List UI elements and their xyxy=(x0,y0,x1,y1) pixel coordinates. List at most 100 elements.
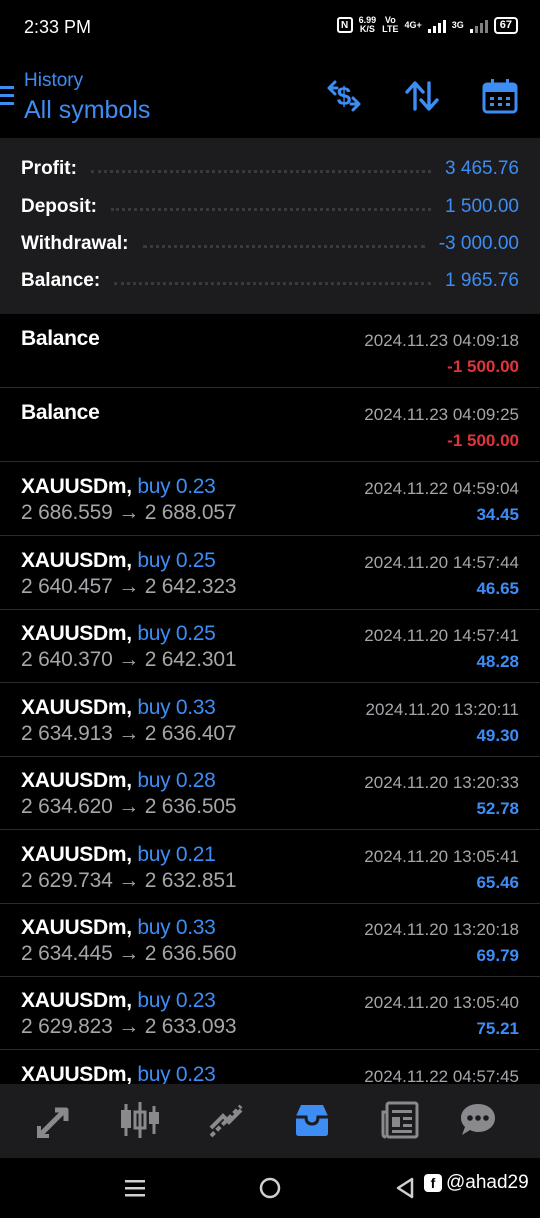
deal-prices: 2 640.370 → 2 642.301 xyxy=(21,648,237,671)
deal-type: buy 0.25 xyxy=(137,549,216,572)
list-item[interactable]: XAUUSDm, buy 0.25 2 640.370 → 2 642.301 … xyxy=(0,610,540,683)
summary-value: -3 000.00 xyxy=(438,233,519,254)
dot-leader xyxy=(114,281,432,285)
deal-time: 2024.11.22 04:57:45 xyxy=(364,1067,519,1084)
network-type-1-label: 4G+ xyxy=(404,19,422,30)
recents-icon xyxy=(125,1180,145,1197)
header-subtitle[interactable]: History xyxy=(24,70,83,92)
deal-time: 2024.11.20 13:05:41 xyxy=(364,847,519,866)
nav-chart[interactable] xyxy=(118,1100,162,1140)
summary-value: 1 965.76 xyxy=(445,270,519,291)
deal-symbol: XAUUSDm, xyxy=(21,916,132,939)
deal-time: 2024.11.20 13:20:11 xyxy=(365,700,519,719)
dot-leader xyxy=(90,169,432,173)
candlestick-icon xyxy=(121,1102,159,1138)
facebook-icon: f xyxy=(424,1174,442,1192)
nav-messages[interactable] xyxy=(456,1100,500,1140)
deal-profit: 34.45 xyxy=(476,505,519,524)
calendar-button[interactable] xyxy=(478,74,522,118)
deal-symbol: XAUUSDm, xyxy=(21,989,132,1012)
list-item[interactable]: XAUUSDm, buy 0.33 2 634.913 → 2 636.407 … xyxy=(0,684,540,757)
menu-icon[interactable] xyxy=(0,86,16,108)
app-header: History All symbols $ xyxy=(0,56,540,138)
summary-label: Deposit: xyxy=(21,196,97,217)
deal-symbol: XAUUSDm, xyxy=(21,475,132,498)
nav-news[interactable] xyxy=(378,1100,422,1140)
list-item[interactable]: XAUUSDm, buy 0.25 2 640.457 → 2 642.323 … xyxy=(0,537,540,610)
deal-symbol: XAUUSDm, xyxy=(21,843,132,866)
deal-title: XAUUSDm, buy 0.33 xyxy=(21,696,216,720)
nav-trade[interactable] xyxy=(204,1100,248,1140)
recents-button[interactable] xyxy=(120,1174,150,1202)
deal-symbol: XAUUSDm, xyxy=(21,769,132,792)
home-circle-icon xyxy=(259,1177,281,1199)
summary-value: 3 465.76 xyxy=(445,158,519,179)
summary-label: Profit: xyxy=(21,158,77,179)
summary-label: Withdrawal: xyxy=(21,233,129,254)
deal-title: XAUUSDm, buy 0.28 xyxy=(21,769,216,793)
summary-panel: Profit: 3 465.76 Deposit: 1 500.00 Withd… xyxy=(0,138,540,314)
network-speed: 6.99 K/S xyxy=(359,16,377,34)
deal-time: 2024.11.20 13:05:40 xyxy=(364,993,519,1012)
deal-type: buy 0.33 xyxy=(137,916,216,939)
list-item[interactable]: XAUUSDm, buy 0.23 2 686.559 → 2 688.057 … xyxy=(0,463,540,536)
deal-time: 2024.11.20 14:57:41 xyxy=(364,626,519,645)
status-icons: N 6.99 K/S Vo LTE 4G+ 3G 67 xyxy=(336,16,518,34)
network-speed-unit: K/S xyxy=(359,24,375,34)
deal-type: buy 0.33 xyxy=(137,696,216,719)
list-item[interactable]: XAUUSDm, buy 0.23 2 629.823 → 2 633.093 … xyxy=(0,977,540,1050)
deal-prices: 2 634.445 → 2 636.560 xyxy=(21,942,237,965)
watermark: f @ahad29 xyxy=(424,1172,529,1194)
deal-symbol: XAUUSDm, xyxy=(21,622,132,645)
calendar-icon xyxy=(482,79,518,114)
trend-line-icon xyxy=(209,1104,243,1138)
dot-leader xyxy=(111,207,432,211)
deal-profit: 48.28 xyxy=(476,652,519,671)
list-item[interactable]: XAUUSDm, buy 0.23 2024.11.22 04:57:45 xyxy=(0,1051,540,1084)
deal-profit: 75.21 xyxy=(476,1019,519,1038)
deal-symbol: Balance xyxy=(21,327,100,350)
balance-filter-button[interactable]: $ xyxy=(322,74,366,118)
volte-indicator: Vo LTE xyxy=(382,16,398,34)
summary-profit-row: Profit: 3 465.76 xyxy=(21,155,519,183)
header-title[interactable]: All symbols xyxy=(24,96,150,125)
network-type-1: 4G+ xyxy=(404,19,422,30)
network-type-2: 3G xyxy=(452,20,464,30)
deal-type: buy 0.25 xyxy=(137,622,216,645)
nav-quotes[interactable] xyxy=(33,1100,77,1140)
deal-time: 2024.11.23 04:09:18 xyxy=(364,331,519,350)
deal-title: XAUUSDm, buy 0.23 xyxy=(21,1063,216,1084)
deal-time: 2024.11.20 13:20:18 xyxy=(364,920,519,939)
sort-button[interactable] xyxy=(400,74,444,118)
volte-bottom: LTE xyxy=(382,24,399,34)
deal-symbol: Balance xyxy=(21,401,100,424)
signal-icon-2 xyxy=(469,17,488,33)
list-item[interactable]: Balance 2024.11.23 04:09:18 -1 500.00 xyxy=(0,315,540,388)
deal-type: buy 0.23 xyxy=(137,1063,216,1084)
list-item[interactable]: XAUUSDm, buy 0.21 2 629.734 → 2 632.851 … xyxy=(0,831,540,904)
deal-prices: 2 686.559 → 2 688.057 xyxy=(21,501,237,524)
deal-profit: 52.78 xyxy=(476,799,519,818)
summary-balance-row: Balance: 1 965.76 xyxy=(21,267,519,295)
status-bar: 2:33 PM N 6.99 K/S Vo LTE 4G+ 3G 67 xyxy=(0,0,540,56)
bottom-nav xyxy=(0,1084,540,1158)
deal-profit: 46.65 xyxy=(476,579,519,598)
list-item[interactable]: Balance 2024.11.23 04:09:25 -1 500.00 xyxy=(0,389,540,462)
deal-profit: 49.30 xyxy=(476,726,519,745)
summary-deposit-row: Deposit: 1 500.00 xyxy=(21,193,519,221)
nav-history[interactable] xyxy=(290,1100,334,1140)
nfc-icon: N xyxy=(336,17,353,33)
deal-time: 2024.11.22 04:59:04 xyxy=(364,479,519,498)
list-item[interactable]: XAUUSDm, buy 0.33 2 634.445 → 2 636.560 … xyxy=(0,904,540,977)
signal-icon xyxy=(427,17,446,33)
list-item[interactable]: XAUUSDm, buy 0.28 2 634.620 → 2 636.505 … xyxy=(0,757,540,830)
deal-prices: 2 629.823 → 2 633.093 xyxy=(21,1015,237,1038)
deal-type: buy 0.23 xyxy=(137,475,216,498)
home-button[interactable] xyxy=(255,1174,285,1202)
system-nav-bar: f @ahad29 xyxy=(0,1158,540,1218)
deal-profit: -1 500.00 xyxy=(447,357,519,376)
back-button[interactable] xyxy=(390,1174,420,1202)
deal-title: XAUUSDm, buy 0.21 xyxy=(21,843,216,867)
history-list[interactable]: Balance 2024.11.23 04:09:18 -1 500.00 Ba… xyxy=(0,315,540,1084)
svg-text:$: $ xyxy=(337,81,352,111)
